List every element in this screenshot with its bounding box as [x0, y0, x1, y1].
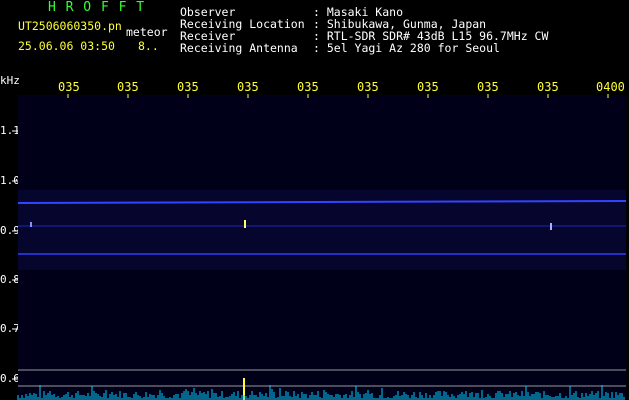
x-axis-ticks: [67, 94, 609, 98]
meteor-ping: [550, 223, 552, 230]
spectrum-trace: [17, 385, 625, 400]
spectrogram-graphics: [12, 94, 627, 400]
meteor-ping: [30, 222, 32, 227]
y-axis-ticks: [12, 130, 18, 380]
meteor-ping: [244, 220, 246, 228]
